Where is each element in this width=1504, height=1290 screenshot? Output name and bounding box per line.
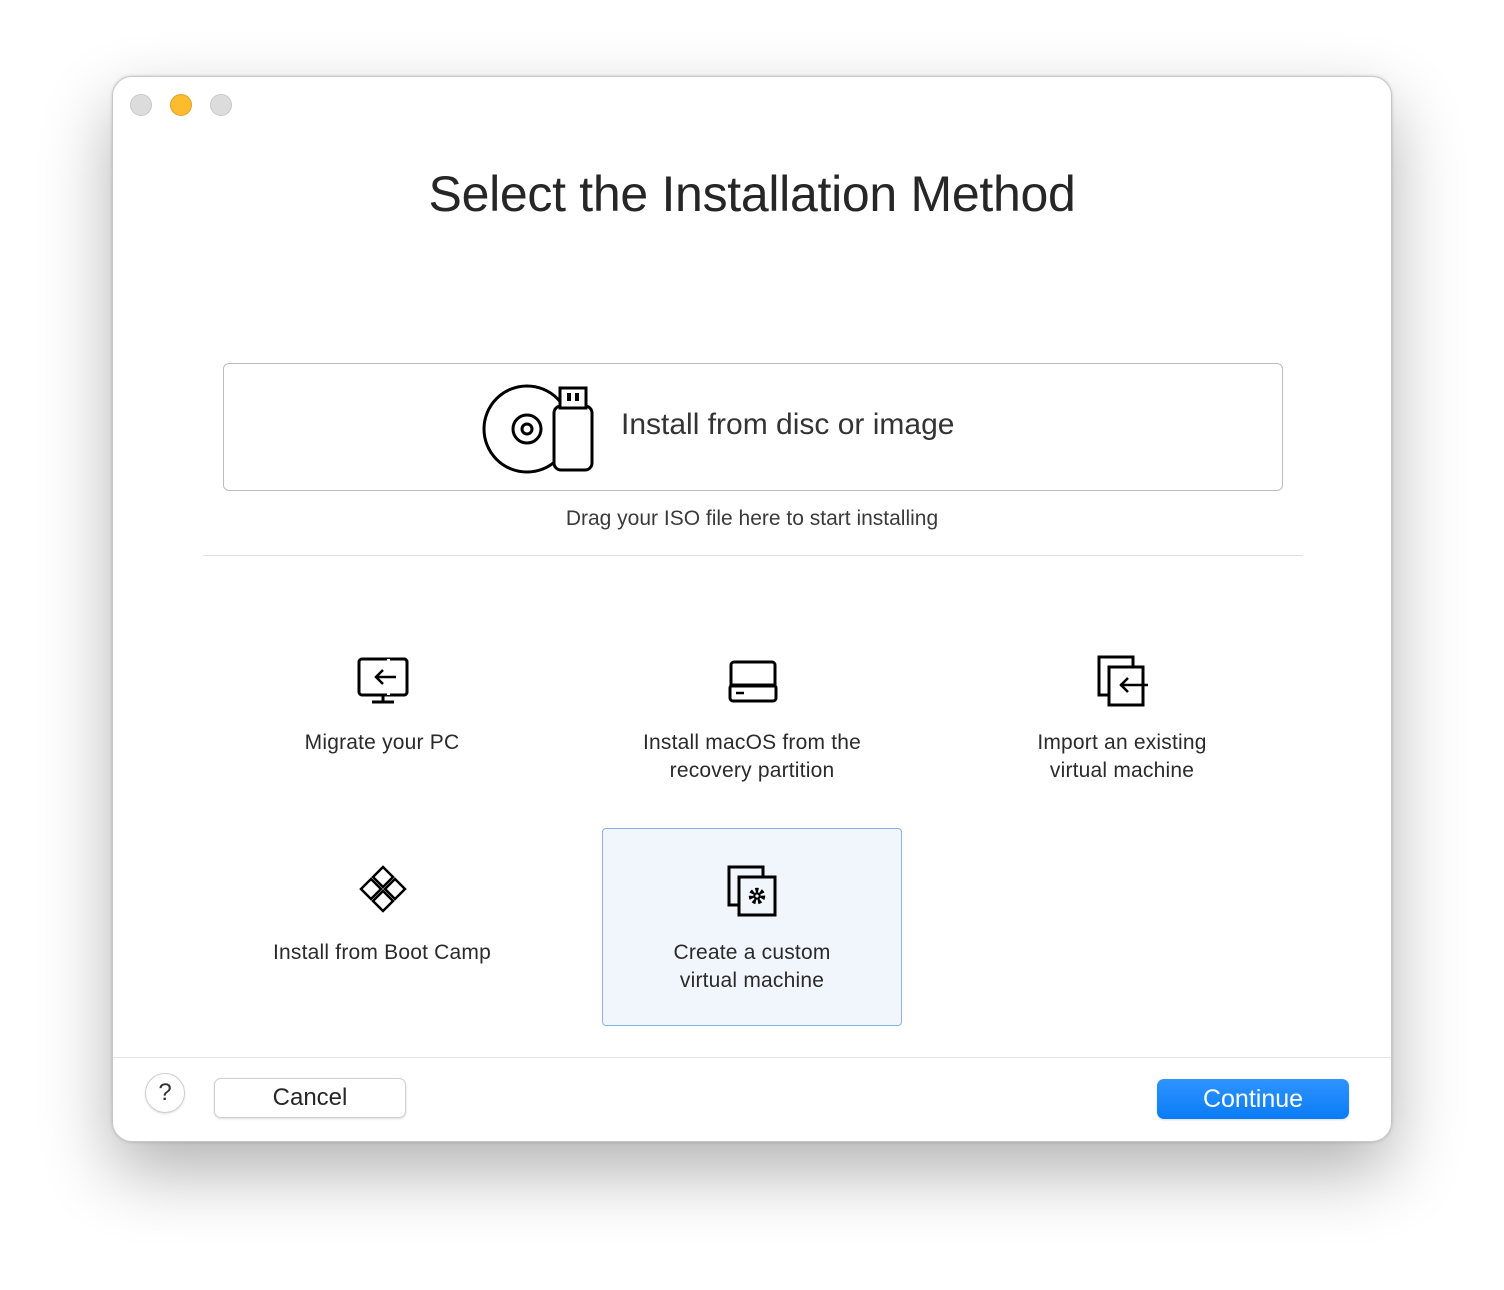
section-divider: [203, 555, 1303, 556]
cancel-button[interactable]: Cancel: [214, 1078, 406, 1118]
option-label: Install macOS from the recovery partitio…: [643, 731, 861, 782]
custom-vm-icon: [726, 864, 780, 918]
option-label: Migrate your PC: [304, 731, 460, 754]
option-import-vm[interactable]: Import an existing virtual machine: [972, 618, 1272, 816]
import-vm-icon: [1096, 654, 1150, 708]
help-button[interactable]: ?: [145, 1073, 185, 1113]
option-install-macos-recovery[interactable]: Install macOS from the recovery partitio…: [602, 618, 902, 816]
window-minimize-button[interactable]: [170, 94, 192, 116]
disk-drive-icon: [726, 654, 780, 708]
window-close-button[interactable]: [130, 94, 152, 116]
dropzone-hint: Drag your ISO file here to start install…: [565, 507, 939, 530]
continue-button[interactable]: Continue: [1157, 1079, 1349, 1119]
footer-divider: [113, 1057, 1391, 1058]
option-create-custom-vm[interactable]: Create a custom virtual machine: [602, 828, 902, 1026]
option-label: Create a custom virtual machine: [673, 941, 831, 992]
migrate-pc-icon: [356, 654, 410, 708]
option-label: Import an existing virtual machine: [1037, 731, 1207, 782]
disc-usb-icon: [482, 384, 598, 474]
page-title: Select the Installation Method: [428, 166, 1076, 222]
option-boot-camp[interactable]: Install from Boot Camp: [232, 828, 532, 1026]
dropzone-label: Install from disc or image: [621, 408, 955, 441]
installer-window: Select the Installation Method Install f…: [112, 76, 1392, 1142]
option-label: Install from Boot Camp: [273, 941, 491, 964]
window-zoom-button[interactable]: [210, 94, 232, 116]
install-from-disc-dropzone[interactable]: Install from disc or image: [223, 363, 1283, 491]
option-migrate-pc[interactable]: Migrate your PC: [232, 618, 532, 816]
boot-camp-icon: [356, 864, 410, 918]
